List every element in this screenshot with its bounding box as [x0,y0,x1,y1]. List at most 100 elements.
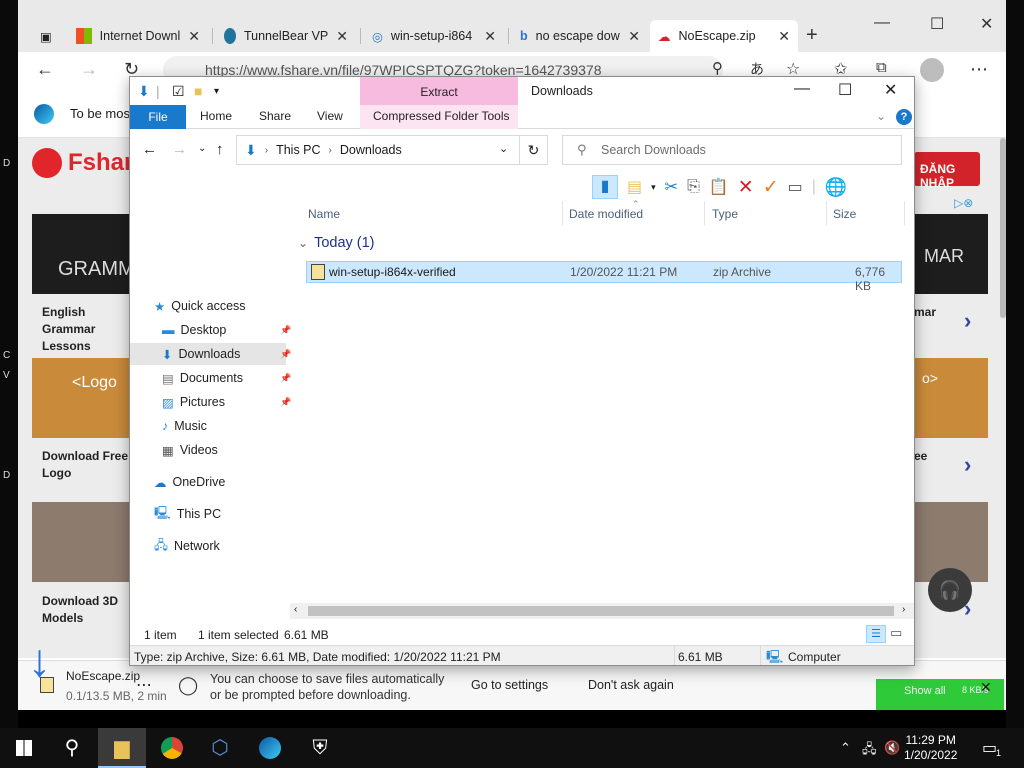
preview-pane-icon[interactable]: ▮ [592,175,618,199]
nav-quick-access[interactable]: ★ Quick access [154,295,246,317]
close-window-icon[interactable]: ✕ [980,14,993,34]
forward-icon[interactable]: → [80,59,98,80]
nav-videos[interactable]: ▦ Videos [162,439,218,461]
back-icon[interactable]: ← [142,141,157,158]
more-icon[interactable]: ⋯ [136,675,152,695]
large-icons-view-icon[interactable]: ▭ [890,625,902,641]
page-scrollbar[interactable] [1000,138,1006,318]
properties-icon[interactable]: ☑ [172,83,185,100]
security-shield-icon[interactable]: ⛨ [296,728,344,768]
tab-actions-icon[interactable]: ▣ [32,20,66,52]
nav-downloads[interactable]: ⬇ Downloads 📌 [162,343,291,365]
folder-options-icon[interactable]: ▤ [627,177,642,197]
breadcrumb-this-pc[interactable]: This PC [276,143,320,157]
minimize-icon[interactable]: — [794,80,810,98]
chevron-up-icon[interactable]: ⌃ [840,740,851,756]
avatar[interactable] [920,58,944,82]
nav-onedrive[interactable]: ☁ OneDrive [154,471,225,493]
scroll-right-icon[interactable]: › [902,604,905,615]
card-image[interactable] [32,502,132,582]
column-type[interactable]: Type [712,207,738,221]
card-image[interactable]: <Logo [32,358,132,438]
rename-icon[interactable]: ▭ [788,177,803,197]
close-icon[interactable]: ✕ [980,679,992,696]
scrollbar-thumb[interactable] [308,606,894,616]
new-tab-icon[interactable]: + [806,24,818,47]
card-image[interactable]: GRAMM [32,214,135,294]
nav-pictures[interactable]: ▨ Pictures 📌 [162,391,291,413]
forward-icon[interactable]: → [172,141,187,158]
tab-win-setup[interactable]: ◎ win-setup-i864 ✕ [364,20,504,52]
group-header-today[interactable]: ⌄ Today (1) [298,235,375,251]
tab-noescape-zip[interactable]: ☁ NoEscape.zip ✕ [650,20,798,52]
tab-home[interactable]: Home [200,109,232,123]
pin-icon[interactable]: 📌 [280,349,291,360]
close-icon[interactable]: ✕ [336,28,348,45]
virtualbox-icon[interactable]: ⬡ [196,728,244,768]
tab-file[interactable]: File [130,105,186,129]
check-icon[interactable]: ✓ [763,176,779,199]
back-icon[interactable]: ← [36,59,54,80]
column-size[interactable]: Size [833,207,856,221]
new-folder-icon[interactable]: ■ [194,83,202,99]
scroll-left-icon[interactable]: ‹ [294,604,297,615]
tab-share[interactable]: Share [259,109,291,123]
card-title[interactable]: Download 3D Models [42,593,134,627]
tab-no-escape-download[interactable]: b no escape dow ✕ [512,20,648,52]
column-name[interactable]: Name [308,207,340,221]
network-icon[interactable]: 🖧 [862,740,877,762]
close-window-icon[interactable]: ✕ [884,80,897,100]
details-view-icon[interactable]: ☰ [866,625,886,643]
search-icon[interactable]: ⚲ [48,728,96,768]
copy-icon[interactable]: ⎘ [687,178,700,196]
more-icon[interactable]: ⋯ [970,59,988,80]
pin-icon[interactable]: 📌 [280,373,291,384]
card-title[interactable]: English Grammar Lessons [42,304,134,355]
ad-choices-icon[interactable]: ▷⊗ [954,196,973,210]
chevron-down-icon[interactable]: ▾ [651,182,656,193]
login-button[interactable]: ĐĂNG NHẬP [914,152,980,190]
cut-icon[interactable]: ✂ [665,177,678,197]
card-title[interactable]: Download Free Logo [42,448,134,482]
file-explorer-taskbar-icon[interactable]: ▆ [98,728,146,768]
tab-tunnelbear[interactable]: TunnelBear VP ✕ [216,20,356,52]
download-file-name[interactable]: NoEscape.zip [66,669,140,683]
maximize-icon[interactable]: ☐ [930,14,944,34]
support-headset-icon[interactable]: 🎧 [928,568,972,612]
chevron-down-icon[interactable]: ⌄ [499,142,508,155]
search-icon[interactable]: ⚲ [712,59,723,77]
minimize-icon[interactable]: — [874,14,890,32]
file-row[interactable]: win-setup-i864x-verified 1/20/2022 11:21… [306,261,902,293]
tab-compressed-folder-tools[interactable]: Compressed Folder Tools [373,109,510,123]
nav-documents[interactable]: ▤ Documents 📌 [162,367,291,389]
fshare-logo[interactable]: Fshar [32,148,133,178]
nav-desktop[interactable]: ▬ Desktop 📌 [162,319,291,341]
tab-internet-download[interactable]: Internet Downl ✕ [68,20,208,52]
nav-this-pc[interactable]: 🖳 This PC [154,503,221,525]
chevron-right-icon[interactable]: › [964,452,971,478]
breadcrumb-downloads[interactable]: Downloads [340,143,402,157]
close-icon[interactable]: ✕ [778,28,790,45]
chrome-icon[interactable] [148,728,196,768]
pin-icon[interactable]: 📌 [280,397,291,408]
recent-locations-icon[interactable]: ⌄ [198,143,206,154]
nav-music[interactable]: ♪ Music [162,415,207,437]
ribbon-expand-icon[interactable]: ⌄ [876,109,886,123]
close-icon[interactable]: ✕ [484,28,496,45]
maximize-icon[interactable]: ☐ [838,80,852,100]
search-input[interactable]: ⚲ Search Downloads [562,135,902,165]
pin-icon[interactable]: 📌 [280,325,291,336]
card-image[interactable]: o> [914,358,988,438]
horizontal-scrollbar[interactable]: ‹ › [290,603,914,619]
dont-ask-again-button[interactable]: Don't ask again [588,678,674,692]
globe-icon[interactable]: 🌐 [825,177,847,198]
refresh-icon[interactable]: ↻ [520,135,548,165]
delete-icon[interactable]: ✕ [738,176,754,199]
card-image[interactable]: MAR [914,214,988,294]
extract-context-tab[interactable]: Extract [360,77,518,105]
card-title[interactable]: mar [914,304,954,321]
start-button[interactable] [0,728,48,768]
address-bar[interactable]: ⬇ › This PC › Downloads ⌄ [236,135,520,165]
help-icon[interactable]: ? [896,109,912,125]
go-to-settings-button[interactable]: Go to settings [471,678,548,692]
